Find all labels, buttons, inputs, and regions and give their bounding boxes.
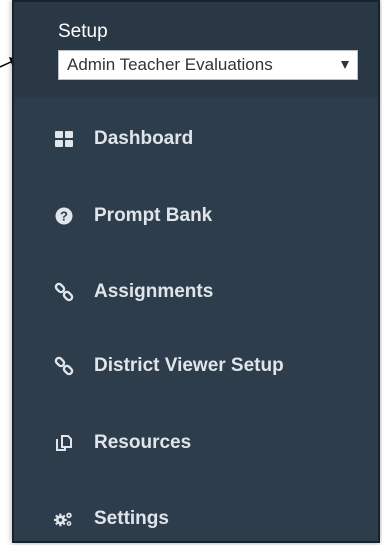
sidebar-item-label: District Viewer Setup: [94, 355, 284, 376]
setup-label: Setup: [58, 21, 108, 42]
evaluation-select[interactable]: Admin Teacher Evaluations: [58, 50, 358, 80]
question-circle-icon: ?: [54, 206, 74, 226]
link-icon: [54, 282, 74, 302]
svg-text:?: ?: [60, 209, 68, 224]
sidebar-item-assignments[interactable]: Assignments: [14, 271, 378, 313]
link-icon: [54, 356, 74, 376]
sidebar-item-label: Prompt Bank: [94, 205, 213, 226]
sidebar-item-resources[interactable]: Resources: [14, 422, 378, 464]
sidebar: Setup Admin Teacher Evaluations Dashboar…: [12, 0, 380, 543]
sidebar-item-label: Assignments: [94, 281, 214, 302]
screenshot-stage: Setup Admin Teacher Evaluations Dashboar…: [0, 0, 382, 545]
dashboard-grid-icon: [54, 129, 74, 149]
sidebar-item-label: Resources: [94, 432, 192, 453]
sidebar-item-prompt-bank[interactable]: ? Prompt Bank: [14, 195, 378, 237]
setup-section: Setup Admin Teacher Evaluations: [14, 2, 378, 98]
sidebar-item-dashboard[interactable]: Dashboard: [14, 118, 378, 160]
evaluation-select-value: Admin Teacher Evaluations: [67, 55, 273, 74]
dropdown-arrow-icon: [341, 61, 349, 69]
sidebar-item-label: Dashboard: [94, 128, 194, 149]
sidebar-item-settings[interactable]: Settings: [14, 498, 378, 540]
sidebar-item-district-viewer-setup[interactable]: District Viewer Setup: [14, 345, 378, 387]
gears-icon: [54, 509, 74, 529]
copy-icon: [54, 433, 74, 453]
sidebar-item-label: Settings: [94, 508, 169, 529]
